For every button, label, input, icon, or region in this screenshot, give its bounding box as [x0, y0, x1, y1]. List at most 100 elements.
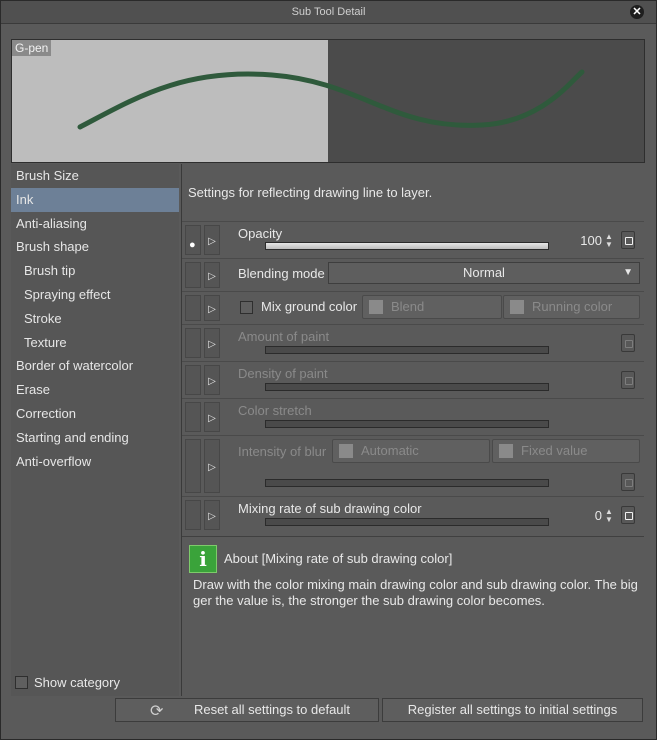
chevron-down-icon: ▼ [623, 267, 633, 278]
category-item[interactable]: Correction [11, 402, 179, 426]
category-item[interactable]: Starting and ending [11, 426, 179, 450]
triangle-right-icon: ▷ [208, 339, 216, 350]
amount-of-paint-row: ▷ Amount of paint [182, 324, 644, 361]
category-item[interactable]: Brush shape [11, 235, 179, 259]
category-item[interactable]: Brush Size [11, 164, 179, 188]
category-item[interactable]: Border of watercolor [11, 354, 179, 378]
show-category-label: Show category [34, 675, 120, 690]
reset-icon: ⟳ [150, 703, 164, 720]
checkbox-box[interactable] [15, 676, 28, 689]
row-lock[interactable] [185, 500, 201, 530]
triangle-right-icon: ▷ [208, 511, 216, 522]
opacity-label: Opacity [238, 226, 283, 241]
triangle-right-icon: ▷ [208, 304, 216, 315]
triangle-right-icon: ▷ [208, 413, 216, 424]
blending-label: Blending mode [238, 266, 325, 281]
intensity-of-blur-slider[interactable] [265, 479, 549, 487]
density-pressure-button[interactable] [621, 371, 635, 389]
mixing-rate-spin[interactable]: ▲ ▼ [605, 508, 615, 524]
row-lock[interactable] [185, 328, 201, 358]
expand-button[interactable]: ▷ [204, 262, 220, 288]
blending-dropdown[interactable]: Normal ▼ [328, 262, 640, 284]
mixing-rate-value[interactable]: 0 [574, 508, 602, 523]
show-category-checkbox[interactable]: Show category [15, 675, 120, 690]
mixing-rate-row: ▷ Mixing rate of sub drawing color 0 ▲ ▼ [182, 496, 644, 533]
opacity-pressure-button[interactable] [621, 231, 635, 249]
fixed-value-button[interactable]: Fixed value [492, 439, 640, 463]
mix-ground-checkbox[interactable] [240, 301, 253, 314]
category-item[interactable]: Anti-aliasing [11, 212, 179, 236]
automatic-icon [339, 444, 353, 458]
preview-stroke [77, 69, 585, 130]
bottom-bar: ⟳ Reset all settings to default Register… [1, 696, 656, 726]
density-of-paint-slider[interactable] [265, 383, 549, 391]
expand-button[interactable]: ▷ [204, 439, 220, 493]
row-lock[interactable] [185, 262, 201, 288]
expand-button[interactable]: ▷ [204, 225, 220, 255]
reset-label: Reset all settings to default [193, 702, 351, 717]
expand-button[interactable]: ▷ [204, 402, 220, 432]
density-of-paint-row: ▷ Density of paint [182, 361, 644, 398]
eye-icon: ● [189, 239, 196, 251]
automatic-button[interactable]: Automatic [332, 439, 490, 463]
amount-pressure-button[interactable] [621, 334, 635, 352]
running-color-icon [510, 300, 524, 314]
triangle-right-icon: ▷ [208, 236, 216, 247]
help-body: Draw with the color mixing main drawing … [193, 577, 638, 608]
automatic-label: Automatic [361, 443, 419, 458]
blend-label: Blend [391, 299, 425, 314]
settings-panel: Settings for reflecting drawing line to … [181, 164, 644, 696]
row-lock[interactable] [185, 365, 201, 395]
category-item[interactable]: Spraying effect [11, 283, 179, 307]
help-section: i About [Mixing rate of sub drawing colo… [182, 536, 644, 697]
register-label: Register all settings to initial setting… [407, 702, 618, 717]
blur-pressure-button[interactable] [621, 473, 635, 491]
category-list: Brush Size Ink Anti-aliasing Brush shape Bru… [11, 164, 179, 696]
category-item[interactable]: Brush tip [11, 259, 179, 283]
category-item[interactable]: Texture [11, 331, 179, 355]
expand-button[interactable]: ▷ [204, 328, 220, 358]
mixing-rate-pressure-button[interactable] [621, 506, 635, 524]
color-stretch-slider[interactable] [265, 420, 549, 428]
opacity-value[interactable]: 100 [574, 233, 602, 248]
reset-button[interactable]: ⟳ Reset all settings to default [115, 698, 379, 722]
title-bar[interactable]: Sub Tool Detail ✕ [1, 1, 656, 24]
mixing-rate-slider[interactable] [265, 518, 549, 526]
row-lock[interactable] [185, 402, 201, 432]
amount-of-paint-slider[interactable] [265, 346, 549, 354]
triangle-right-icon: ▷ [208, 271, 216, 282]
category-item[interactable]: Anti-overflow [11, 450, 179, 474]
category-item[interactable]: Ink [11, 187, 179, 212]
triangle-right-icon: ▷ [208, 376, 216, 387]
running-color-label: Running color [532, 299, 613, 314]
expand-button[interactable]: ▷ [204, 500, 220, 530]
sub-tool-detail-window: Sub Tool Detail ✕ G-pen Brush Size Ink Ant… [0, 0, 657, 740]
blending-row: ▷ Blending mode Normal ▼ [182, 258, 644, 291]
visibility-toggle[interactable]: ● [185, 225, 201, 255]
intensity-of-blur-label: Intensity of blur [238, 444, 327, 459]
blend-button[interactable]: Blend [362, 295, 502, 319]
amount-of-paint-label: Amount of paint [238, 329, 330, 344]
mix-ground-row: ▷ Mix ground color Blend Running color [182, 291, 644, 324]
triangle-right-icon: ▷ [208, 462, 216, 473]
opacity-row: ● ▷ Opacity 100 ▲ ▼ [182, 221, 644, 258]
category-item[interactable]: Stroke [11, 307, 179, 331]
intensity-of-blur-row: ▷ Intensity of blur Automatic Fixed valu… [182, 435, 644, 496]
close-icon[interactable]: ✕ [630, 5, 644, 19]
panel-description: Settings for reflecting drawing line to … [188, 185, 433, 200]
register-button[interactable]: Register all settings to initial setting… [382, 698, 643, 722]
expand-button[interactable]: ▷ [204, 295, 220, 321]
help-title: About [Mixing rate of sub drawing color] [224, 551, 453, 566]
opacity-slider[interactable] [265, 242, 549, 250]
opacity-spin[interactable]: ▲ ▼ [605, 233, 615, 249]
blend-icon [369, 300, 383, 314]
info-icon: i [189, 545, 217, 573]
fixed-value-icon [499, 444, 513, 458]
category-item[interactable]: Erase [11, 378, 179, 402]
row-lock[interactable] [185, 295, 201, 321]
fixed-value-label: Fixed value [521, 443, 588, 458]
row-lock[interactable] [185, 439, 201, 493]
running-color-button[interactable]: Running color [503, 295, 640, 319]
preview-tool-name: G-pen [12, 40, 52, 56]
expand-button[interactable]: ▷ [204, 365, 220, 395]
